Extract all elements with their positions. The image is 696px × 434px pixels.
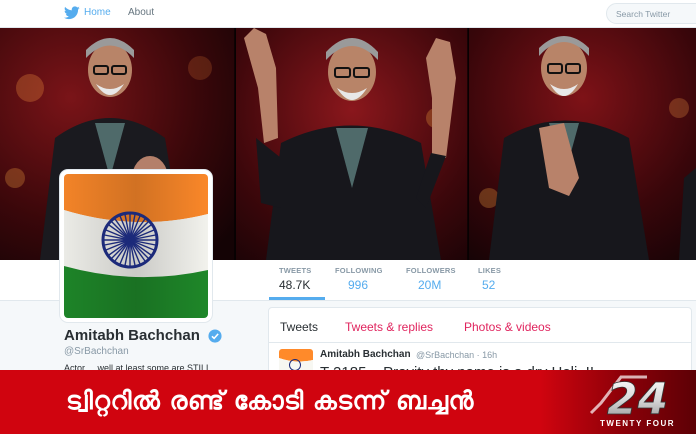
verified-badge-icon	[208, 329, 222, 343]
profile-name[interactable]: Amitabh Bachchan	[64, 327, 200, 344]
twitter-bird-icon[interactable]	[64, 6, 80, 20]
stat-value: 48.7K	[279, 278, 311, 292]
stat-followers[interactable]: FOLLOWERS 20M	[406, 266, 456, 292]
tab-tweets[interactable]: Tweets	[280, 320, 318, 334]
screen: Home About Search Twitter TWEETS 48.7K F…	[0, 0, 696, 434]
stat-label: FOLLOWERS	[406, 266, 456, 275]
indian-flag-image	[64, 174, 208, 318]
stat-value: 20M	[418, 278, 442, 292]
svg-text:24: 24	[607, 374, 668, 417]
stat-likes[interactable]: LIKES 52	[478, 266, 501, 292]
channel-name: TWENTY FOUR	[600, 419, 676, 428]
stat-following[interactable]: FOLLOWING 996	[335, 266, 383, 292]
24-news-logo: 24	[589, 374, 669, 417]
nav-home-link[interactable]: Home	[84, 7, 111, 18]
stat-label: LIKES	[478, 266, 502, 275]
stat-label: FOLLOWING	[335, 266, 383, 275]
stat-value: 996	[348, 278, 369, 292]
banner-photo-waving	[236, 28, 468, 260]
ashoka-chakra-icon	[101, 211, 159, 269]
tab-photos-videos[interactable]: Photos & videos	[464, 320, 551, 334]
profile-avatar[interactable]	[60, 170, 212, 322]
banner-photo-namaste	[469, 28, 696, 260]
top-nav: Home About Search Twitter	[0, 0, 696, 28]
tab-tweets-replies[interactable]: Tweets & replies	[345, 320, 433, 334]
news-headline: ട്വിറ്ററിൽ രണ്ട് കോടി കടന്ന് ബച്ചൻ	[66, 386, 474, 415]
profile-handle[interactable]: @SrBachchan	[64, 346, 129, 357]
tweet-author[interactable]: Amitabh Bachchan	[320, 349, 411, 360]
tabs-divider	[269, 342, 691, 343]
active-stat-indicator	[269, 297, 325, 300]
stat-label: TWEETS	[279, 266, 312, 275]
nav-about-link[interactable]: About	[128, 7, 154, 18]
search-placeholder: Search Twitter	[616, 9, 671, 19]
tweet-handle-time[interactable]: @SrBachchan · 16h	[416, 350, 497, 360]
news-headline-band: ട്വിറ്ററിൽ രണ്ട് കോടി കടന്ന് ബച്ചൻ 24 TW…	[0, 370, 696, 434]
stat-value: 52	[482, 278, 496, 292]
stat-tweets[interactable]: TWEETS 48.7K	[279, 266, 311, 292]
search-input[interactable]: Search Twitter	[606, 3, 696, 24]
